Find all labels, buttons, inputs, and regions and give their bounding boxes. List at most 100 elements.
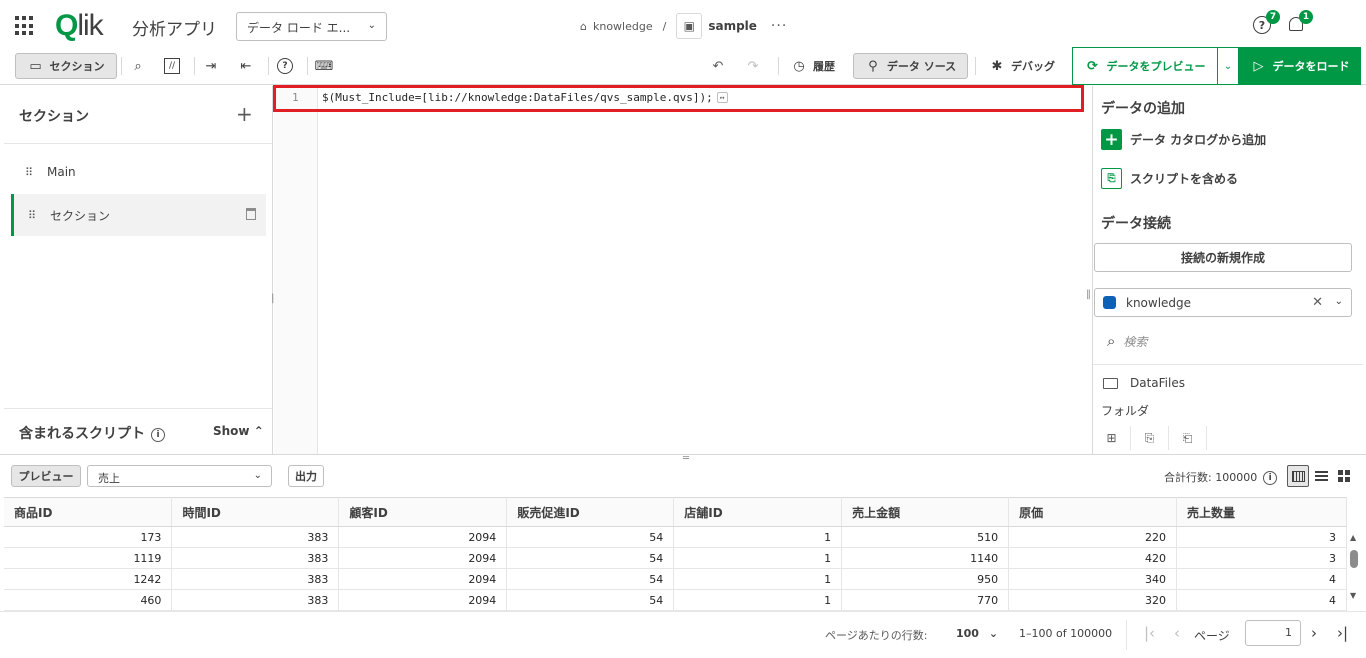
table-cell: 2094 [338, 526, 508, 548]
table-cell: 340 [1008, 568, 1178, 590]
add-section-icon[interactable]: + [236, 102, 253, 126]
table-row: 460 383 2094 54 1 770 320 4 [4, 589, 1347, 611]
connection-select[interactable]: knowledge ✕ ⌄ [1094, 288, 1352, 317]
table-cell: 2094 [338, 547, 508, 569]
table-view-icon[interactable] [1287, 465, 1309, 487]
scroll-thumb[interactable] [1350, 550, 1358, 568]
first-page-icon[interactable]: |‹ [1144, 624, 1155, 642]
chevron-down-icon: ⌄ [1223, 60, 1233, 72]
sections-panel: セクション + ⠿ Main ⠿ セクション 含まれるスクリプト i Show ⌃… [4, 86, 276, 454]
next-page-icon[interactable]: › [1311, 624, 1317, 642]
page-label: ページ [1194, 629, 1230, 643]
breadcrumb-app[interactable]: sample [708, 19, 757, 33]
app-icon: ▣ [676, 13, 703, 39]
app-launcher-icon[interactable] [15, 16, 35, 36]
search-icon: ⌕ [1107, 332, 1116, 350]
space-icon: ⌂ [580, 19, 587, 33]
section-item-section[interactable]: ⠿ セクション [11, 194, 266, 236]
help-button[interactable]: ? [275, 53, 301, 79]
pagination: ページあたりの行数: 100 ⌄ 1–100 of 100000 |‹ ‹ ペー… [0, 611, 1366, 655]
trash-icon[interactable] [246, 208, 256, 220]
table-select[interactable]: 売上 ⌄ [87, 465, 272, 487]
folder-item[interactable]: DataFiles [1103, 376, 1185, 390]
rows-per-page-select[interactable]: 100 ⌄ [956, 627, 998, 640]
folder-actions: ⊞ ⎘ ⎗ [1093, 426, 1207, 450]
comment-button[interactable]: // [162, 53, 188, 79]
table-scrollbar[interactable]: ▲ ▼ [1348, 527, 1360, 611]
search-field[interactable]: ⌕ 検索 [1107, 332, 1147, 350]
drag-handle-icon[interactable]: ⠿ [25, 166, 33, 179]
table-cell: 220 [1008, 526, 1178, 548]
prev-page-icon[interactable]: ‹ [1174, 624, 1180, 642]
list-view-icon[interactable] [1310, 465, 1332, 487]
data-panel: データの追加 + データ カタログから追加 ⎘ スクリプトを含める データ接続 接続… [1092, 86, 1363, 454]
more-icon[interactable]: ··· [771, 18, 787, 34]
redo-button[interactable]: ↷ [743, 53, 769, 79]
new-connection-button[interactable]: 接続の新規作成 [1094, 243, 1352, 272]
connection-icon [1103, 296, 1116, 309]
insert-script-icon[interactable]: ⎘ [1131, 426, 1169, 450]
load-script-icon[interactable]: ⎗ [1169, 426, 1207, 450]
history-button[interactable]: ◷ 履歴 [785, 53, 841, 79]
section-toggle-button[interactable]: ▭ セクション [15, 53, 117, 79]
column-header[interactable]: 売上金額 [841, 497, 1010, 527]
column-header[interactable]: 原価 [1008, 497, 1178, 527]
qlik-logo[interactable]: Qlik [55, 9, 104, 43]
info-icon[interactable]: i [151, 428, 165, 442]
panel-resize-handle[interactable]: ‖ [1086, 289, 1091, 300]
keyboard-icon: ⌨ [314, 58, 334, 74]
search-icon: ⌕ [134, 58, 142, 74]
mode-dropdown[interactable]: データ ロード エ... ⌄ [236, 12, 387, 41]
preview-data-button[interactable]: ⟳ データをプレビュー [1072, 47, 1218, 85]
drag-handle-icon[interactable]: ⠿ [28, 209, 36, 222]
scroll-down-icon[interactable]: ▼ [1350, 591, 1356, 600]
table-cell: 320 [1008, 589, 1178, 611]
clear-icon[interactable]: ✕ [1312, 295, 1323, 310]
table-cell: 1 [673, 568, 843, 590]
table-cell: 1140 [841, 547, 1010, 569]
history-icon: ◷ [793, 58, 805, 74]
column-header[interactable]: 商品ID [4, 497, 173, 527]
chevron-up-icon: ⌃ [253, 424, 264, 438]
preview-toggle-button[interactable]: プレビュー [11, 465, 81, 487]
table-cell: 1119 [4, 547, 173, 569]
add-from-catalog-button[interactable]: + データ カタログから追加 [1101, 129, 1266, 150]
select-data-icon[interactable]: ⊞ [1093, 426, 1131, 450]
script-editor[interactable]: 1 $(Must_Include=[lib://knowledge:DataFi… [274, 86, 1084, 454]
column-header[interactable]: 時間ID [171, 497, 340, 527]
last-page-icon[interactable]: ›| [1337, 624, 1348, 642]
section-item-main[interactable]: ⠿ Main [11, 151, 266, 193]
grid-view-icon[interactable] [1333, 465, 1355, 487]
chevron-down-icon: ⌄ [367, 20, 376, 31]
preview-resize-handle[interactable]: ═ [0, 453, 1366, 464]
table-cell: 510 [841, 526, 1010, 548]
scroll-up-icon[interactable]: ▲ [1350, 533, 1356, 542]
outdent-button[interactable]: ⇤ [236, 53, 262, 79]
column-header[interactable]: 売上数量 [1176, 497, 1347, 527]
breadcrumb-separator: / [662, 19, 667, 33]
chevron-down-icon: ⌄ [253, 470, 262, 481]
table-cell: 54 [506, 526, 675, 548]
keyboard-button[interactable]: ⌨ [314, 53, 340, 79]
page-number-input[interactable]: 1 [1245, 620, 1301, 646]
debug-button[interactable]: ✱ デバッグ [982, 53, 1062, 79]
line-gutter: 1 [274, 86, 318, 454]
highlight-box [273, 85, 1084, 112]
column-header[interactable]: 販売促進ID [506, 497, 675, 527]
outdent-icon: ⇤ [240, 58, 252, 74]
column-header[interactable]: 顧客ID [338, 497, 508, 527]
indent-button[interactable]: ⇥ [201, 53, 227, 79]
table-row: 1119 383 2094 54 1 1140 420 3 [4, 547, 1347, 569]
undo-button[interactable]: ↶ [708, 53, 734, 79]
datasource-button[interactable]: ⚲ データ ソース [853, 53, 968, 79]
search-button[interactable]: ⌕ [128, 53, 154, 79]
preview-options-dropdown[interactable]: ⌄ [1217, 47, 1239, 85]
show-included-button[interactable]: Show ⌃ [213, 424, 264, 438]
preview-table: 商品ID 時間ID 顧客ID 販売促進ID 店舗ID 売上金額 原価 売上数量 … [4, 497, 1347, 611]
load-data-button[interactable]: ▷ データをロード [1239, 47, 1361, 85]
column-header[interactable]: 店舗ID [673, 497, 843, 527]
output-button[interactable]: 出力 [288, 465, 324, 487]
breadcrumb-space[interactable]: knowledge [593, 20, 653, 33]
include-script-button[interactable]: ⎘ スクリプトを含める [1101, 168, 1238, 189]
info-icon[interactable]: i [1263, 471, 1278, 485]
